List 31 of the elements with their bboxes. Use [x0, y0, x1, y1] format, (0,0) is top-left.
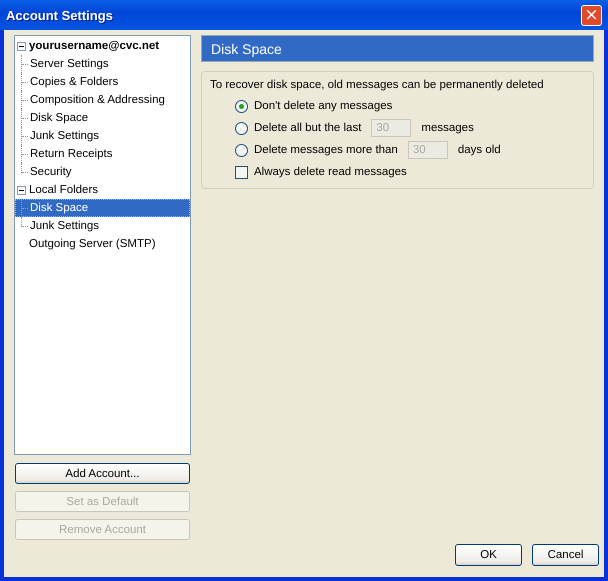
tree-item[interactable]: Disk Space — [30, 112, 88, 124]
unit-label: days old — [458, 144, 501, 156]
checkbox[interactable] — [235, 166, 248, 178]
window-title: Account Settings — [6, 8, 113, 22]
tree-item[interactable]: Local Folders — [28, 183, 100, 197]
tree-item[interactable]: Disk Space — [15, 199, 190, 217]
radio-button[interactable] — [235, 144, 248, 156]
tree-item[interactable]: Return Receipts — [30, 148, 112, 160]
tree-item[interactable]: Junk Settings — [30, 130, 100, 142]
option-label: Delete messages more than — [254, 144, 398, 156]
account-button[interactable]: Add Account... — [15, 463, 190, 484]
close-button[interactable]: × — [581, 4, 602, 26]
tree-item[interactable]: Outgoing Server (SMTP) — [28, 237, 157, 251]
option-label: Don't delete any messages — [254, 100, 392, 112]
dialog-button[interactable]: Cancel — [532, 544, 599, 566]
tree-item[interactable]: Server Settings — [30, 58, 109, 70]
panel-header: Disk Space — [201, 35, 594, 62]
option-label: Delete all but the last — [254, 122, 362, 134]
tree-item[interactable]: Copies & Folders — [30, 76, 118, 88]
group-caption: To recover disk space, old messages can be permanently deleted — [210, 79, 545, 91]
collapse-icon[interactable] — [17, 186, 26, 194]
dialog-button[interactable]: OK — [455, 544, 522, 566]
unit-label: messages — [421, 122, 474, 134]
radio-button[interactable] — [235, 122, 248, 134]
tree-item[interactable]: yourusername@cvc.net — [28, 39, 160, 53]
option-label: Always delete read messages — [254, 166, 407, 178]
tree-item[interactable]: Composition & Addressing — [30, 94, 165, 106]
tree-item[interactable]: Junk Settings — [30, 220, 100, 232]
collapse-icon[interactable] — [17, 42, 26, 50]
radio-button[interactable] — [235, 100, 248, 112]
tree-item[interactable]: Security — [30, 166, 72, 178]
